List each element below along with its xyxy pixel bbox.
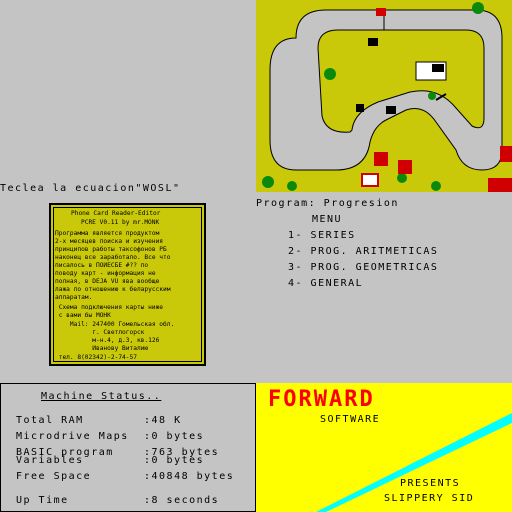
phone-card-panel: Phone Card Reader-Editor PCRE V0.11 by m… <box>49 203 206 366</box>
phone-card-line: поводу карт - информация не <box>55 270 156 277</box>
menu-item-general[interactable]: 4- GENERAL <box>288 279 363 289</box>
machine-status-title: Machine Status.. <box>41 391 162 402</box>
forward-software-panel: FORWARD SOFTWARE PRESENTS SLIPPERY SID <box>256 383 512 512</box>
status-value: :0 bytes <box>144 431 205 442</box>
phone-card-title: Phone Card Reader-Editor <box>71 210 161 217</box>
status-value: :48 K <box>144 415 182 426</box>
phone-card-line: Mail: 247400 Гомельская обл. <box>55 321 175 328</box>
status-label: Microdrive Maps <box>16 431 129 442</box>
phone-card-line: тел. 8(02342)-2-74-57 <box>55 354 137 361</box>
phone-card-line: г. Светлогорск <box>55 329 145 336</box>
phone-card-line: с вами бы МОНК <box>55 312 111 319</box>
phone-card-line: полная, в DEJA VU ява вообще <box>55 278 160 285</box>
menu-heading: MENU <box>312 214 343 225</box>
game-title-label: SLIPPERY SID <box>384 493 475 504</box>
machine-status-panel: Machine Status.. Total RAM :48 K Microdr… <box>0 383 256 512</box>
presents-label: PRESENTS <box>400 478 461 489</box>
status-label: Up Time <box>16 495 69 506</box>
phone-card-line: м-н.4, д.3, кв.126 <box>55 337 160 344</box>
status-label: Free Space <box>16 471 92 482</box>
phone-card-line: наконец все заработало. Все что <box>55 254 171 261</box>
menu-item-series[interactable]: 1- SERIES <box>288 231 356 241</box>
status-value: :0 bytes <box>144 455 205 466</box>
phone-card-line: писалось в ПОИЕСБЕ #?? по <box>55 262 149 269</box>
race-track-graphic <box>256 0 512 192</box>
phone-card-line: 2-х месяцев поиска и изучения <box>55 238 164 245</box>
phone-card-line: Иванову Виталию <box>55 345 149 352</box>
menu-item-prog-aritmeticas[interactable]: 2- PROG. ARITMETICAS <box>288 247 438 257</box>
phone-card-line: Схема подключения карты ниже <box>55 304 164 311</box>
program-title: Program: Progresion <box>256 198 399 209</box>
menu-item-prog-geometricas[interactable]: 3- PROG. GEOMETRICAS <box>288 263 438 273</box>
status-value: :8 seconds <box>144 495 220 506</box>
phone-card-line: аппаратам. <box>55 294 93 301</box>
software-label: SOFTWARE <box>320 414 381 425</box>
forward-logo: FORWARD <box>268 387 375 412</box>
status-value: :40848 bytes <box>144 471 235 482</box>
phone-card-line: Программа является продуктом <box>55 230 160 237</box>
game-screen <box>256 0 512 192</box>
equation-prompt: Teclea la ecuacion"WOSL" <box>0 183 181 194</box>
phone-card-line: лажа по отношению к беларусским <box>55 286 171 293</box>
status-label: Total RAM <box>16 415 84 426</box>
phone-card-version: PCRE V0.11 by mr.MONK <box>81 219 160 226</box>
phone-card-line: принципов работы таксофонов РБ <box>55 246 167 253</box>
status-label: Variables <box>16 455 84 466</box>
